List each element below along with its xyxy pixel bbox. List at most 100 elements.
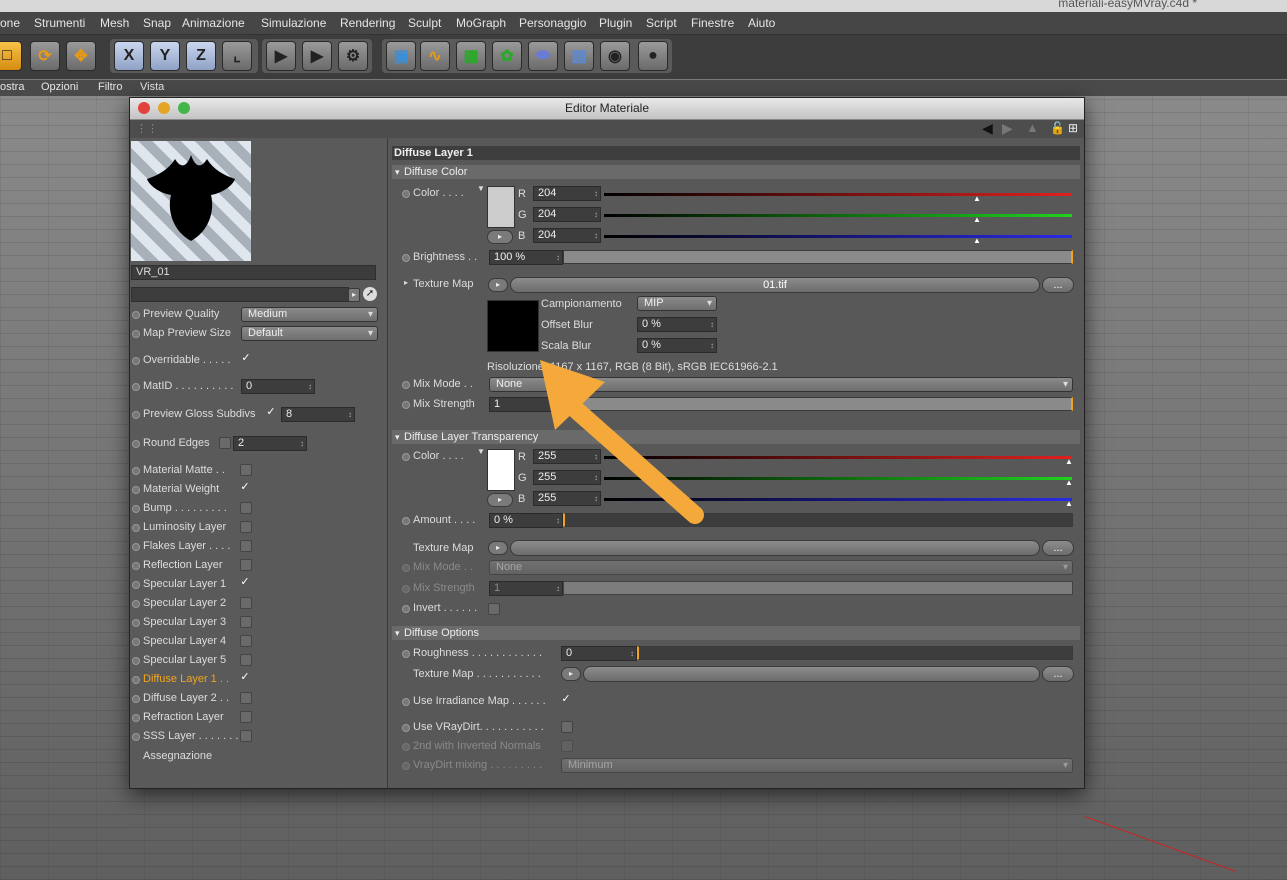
texture-expand-icon[interactable]: ▸ — [404, 278, 408, 287]
menu-item-personaggio[interactable]: Personaggio — [519, 16, 586, 30]
b-slider[interactable] — [604, 235, 1072, 238]
diffuse-color-section[interactable]: Diffuse Color — [392, 165, 1080, 179]
viewport-menu-mostra[interactable]: ostra — [0, 81, 24, 93]
search-input[interactable] — [131, 287, 349, 302]
back-arrow-icon[interactable]: ◀ — [982, 120, 993, 137]
menu-item-mesh[interactable]: Mesh — [100, 16, 129, 30]
layer-checkbox[interactable] — [240, 673, 250, 683]
window-titlebar[interactable]: Editor Materiale — [130, 98, 1084, 120]
up-arrow-icon[interactable]: ▲ — [1026, 120, 1039, 135]
texture-map-browse-button[interactable]: ... — [1042, 277, 1074, 293]
cube-icon[interactable]: ▣ — [386, 41, 416, 71]
preview-gloss-checkbox[interactable] — [266, 408, 276, 418]
light-icon[interactable]: ● — [638, 41, 668, 71]
preview-quality-select[interactable]: Medium — [241, 307, 378, 322]
brightness-slider[interactable] — [563, 250, 1073, 264]
layer-checkbox[interactable] — [240, 654, 252, 666]
g-slider-handle-icon[interactable]: ▲ — [973, 215, 981, 224]
menu-item-plugin[interactable]: Plugin — [599, 16, 632, 30]
assignment-tab[interactable]: Assegnazione — [143, 750, 212, 762]
g-slider-handle-icon[interactable]: ▲ — [1065, 478, 1073, 487]
lock-icon[interactable]: 🔓 — [1050, 121, 1065, 135]
g-slider[interactable] — [604, 214, 1072, 217]
mix-strength-slider[interactable] — [563, 397, 1073, 411]
layer-checkbox[interactable] — [240, 711, 252, 723]
layer-checkbox[interactable] — [240, 502, 252, 514]
layer-checkbox[interactable] — [240, 483, 250, 493]
cloner-icon[interactable]: ✿ — [492, 41, 522, 71]
minimize-icon[interactable] — [158, 102, 170, 114]
texture-map-expand-button[interactable]: ▸ — [488, 541, 508, 555]
viewport-menu-opzioni[interactable]: Opzioni — [41, 81, 78, 93]
color-expand-button[interactable]: ▸ — [487, 230, 513, 244]
g-input[interactable]: 204 — [533, 207, 601, 222]
sampling-select[interactable]: MIP — [637, 296, 717, 311]
color-menu-arrow-icon[interactable]: ▼ — [477, 184, 485, 193]
y-axis-button[interactable]: Y — [150, 41, 180, 71]
forward-arrow-icon[interactable]: ▶ — [1002, 120, 1013, 137]
zoom-icon[interactable] — [178, 102, 190, 114]
amount-input[interactable]: 0 % — [489, 513, 563, 528]
menu-item-strumenti[interactable]: Strumenti — [34, 16, 85, 30]
layer-checkbox[interactable] — [240, 464, 252, 476]
offset-blur-input[interactable]: 0 % — [637, 317, 717, 332]
layer-checkbox[interactable] — [240, 540, 252, 552]
round-edges-checkbox[interactable] — [219, 437, 231, 449]
matid-input[interactable]: 0 — [241, 379, 315, 394]
scale-blur-input[interactable]: 0 % — [637, 338, 717, 353]
layer-checkbox[interactable] — [240, 521, 252, 533]
round-edges-input[interactable]: 2 — [233, 436, 307, 451]
mix-strength-input[interactable]: 1 — [489, 397, 563, 412]
viewport-menu-filtro[interactable]: Filtro — [98, 81, 122, 93]
rotate-tool-icon[interactable]: ⟳ — [30, 41, 60, 71]
spline-pen-icon[interactable]: ∿ — [420, 41, 450, 71]
transparency-color-swatch[interactable] — [487, 449, 515, 491]
r-slider[interactable] — [604, 193, 1072, 196]
menu-item-script[interactable]: Script — [646, 16, 677, 30]
viewport-menu-vista[interactable]: Vista — [140, 81, 164, 93]
menu-item-mograph[interactable]: MoGraph — [456, 16, 506, 30]
irradiance-checkbox[interactable] — [561, 695, 571, 705]
menu-item-snap[interactable]: Snap — [143, 16, 171, 30]
map-preview-size-select[interactable]: Default — [241, 326, 378, 341]
diffuse-options-section[interactable]: Diffuse Options — [392, 626, 1080, 640]
color-menu-arrow-icon[interactable]: ▼ — [477, 447, 485, 456]
tb-slider[interactable] — [604, 498, 1072, 501]
roughness-slider[interactable] — [637, 646, 1073, 660]
color-swatch[interactable] — [487, 186, 515, 228]
move-tool-icon[interactable]: ✥ — [66, 41, 96, 71]
tg-slider[interactable] — [604, 477, 1072, 480]
layer-checkbox[interactable] — [240, 635, 252, 647]
invert-checkbox[interactable] — [488, 603, 500, 615]
new-panel-icon[interactable]: ⊞ — [1068, 121, 1078, 135]
layer-checkbox[interactable] — [240, 578, 250, 588]
overridable-checkbox[interactable] — [241, 354, 251, 364]
texture-map-file-button[interactable]: 01.tif — [510, 277, 1040, 293]
vraydirt-checkbox[interactable] — [561, 721, 573, 733]
texture-map-browse-button[interactable]: ... — [1042, 666, 1074, 682]
mix-mode-select[interactable]: None — [489, 377, 1073, 392]
tr-slider[interactable] — [604, 456, 1072, 459]
b-slider-handle-icon[interactable]: ▲ — [1065, 499, 1073, 508]
close-icon[interactable] — [138, 102, 150, 114]
texture-map-expand-button[interactable]: ▸ — [488, 278, 508, 292]
transparency-section[interactable]: Diffuse Layer Transparency — [392, 430, 1080, 444]
floor-icon[interactable]: ▧ — [564, 41, 594, 71]
r-input[interactable]: 204 — [533, 186, 601, 201]
menu-item-sculpt[interactable]: Sculpt — [408, 16, 441, 30]
layer-checkbox[interactable] — [240, 559, 252, 571]
pick-cursor-icon[interactable]: ➚ — [363, 287, 377, 301]
transparency-texture-button[interactable] — [510, 540, 1040, 556]
b-input[interactable]: 204 — [533, 228, 601, 243]
texture-map-browse-button[interactable]: ... — [1042, 540, 1074, 556]
deformer-icon[interactable]: ⬬ — [528, 41, 558, 71]
b-slider-handle-icon[interactable]: ▲ — [973, 236, 981, 245]
brightness-input[interactable]: 100 % — [489, 250, 563, 265]
render-picture-viewer-icon[interactable]: ▶ — [302, 41, 332, 71]
preview-gloss-input[interactable]: 8 — [281, 407, 355, 422]
render-settings-icon[interactable]: ⚙ — [338, 41, 368, 71]
render-view-icon[interactable]: ▶ — [266, 41, 296, 71]
layer-checkbox[interactable] — [240, 616, 252, 628]
amount-slider[interactable] — [563, 513, 1073, 527]
menu-item-aiuto[interactable]: Aiuto — [748, 16, 775, 30]
